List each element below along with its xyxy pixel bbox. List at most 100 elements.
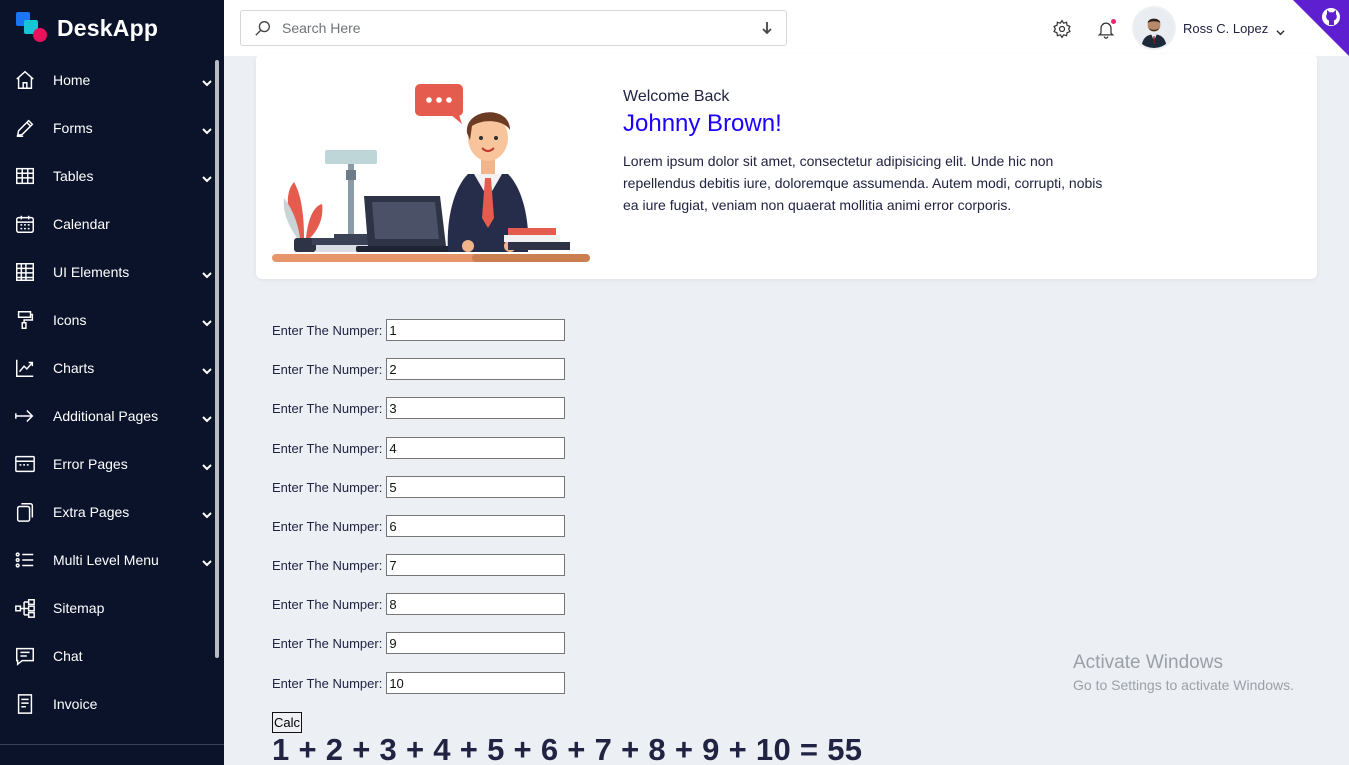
sidebar-item-label: Forms: [53, 120, 93, 136]
line-chart-icon: [14, 357, 36, 379]
number-field-row: Enter The Numper:: [272, 515, 566, 537]
sidebar-item-label: Home: [53, 72, 91, 88]
sidebar-divider: [0, 744, 224, 745]
chevron-down-icon: [202, 459, 212, 471]
sidebar-item-sitemap[interactable]: Sitemap: [0, 584, 224, 632]
brand[interactable]: DeskApp: [0, 0, 224, 56]
number-input-1[interactable]: [386, 319, 566, 341]
number-field-row: Enter The Numper:: [272, 319, 566, 341]
number-field-label: Enter The Numper:: [272, 400, 383, 416]
sidebar-item-label: Tables: [53, 168, 94, 184]
sum-result: 1 + 2 + 3 + 4 + 5 + 6 + 7 + 8 + 9 + 10 =…: [272, 732, 863, 765]
chevron-down-icon: [202, 411, 212, 423]
sidebar-item-extra-pages[interactable]: Extra Pages: [0, 488, 224, 536]
paint-roller-icon: [14, 309, 36, 331]
number-field-row: Enter The Numper:: [272, 476, 566, 498]
sidebar-item-invoice[interactable]: Invoice: [0, 680, 224, 728]
number-input-10[interactable]: [386, 672, 566, 694]
number-field-row: Enter The Numper:: [272, 554, 566, 576]
home-icon: [14, 69, 36, 91]
chevron-down-icon: [202, 267, 212, 279]
sidebar-item-ui-elements[interactable]: UI Elements: [0, 248, 224, 296]
sidebar-item-label: Chat: [53, 648, 83, 664]
number-field-label: Enter The Numper:: [272, 518, 383, 534]
sidebar-item-icons[interactable]: Icons: [0, 296, 224, 344]
notification-dot: [1111, 19, 1116, 24]
chevron-down-icon: [202, 507, 212, 519]
number-input-5[interactable]: [386, 476, 566, 498]
calc-button[interactable]: Calc: [272, 712, 303, 733]
sidebar-item-forms[interactable]: Forms: [0, 104, 224, 152]
chevron-down-icon[interactable]: [1276, 24, 1285, 36]
chevron-down-icon: [202, 555, 212, 567]
sidebar-item-label: UI Elements: [53, 264, 130, 280]
sitemap-icon: [14, 597, 36, 619]
chevron-down-icon: [202, 123, 212, 135]
avatar[interactable]: [1132, 6, 1176, 50]
number-field-row: Enter The Numper:: [272, 358, 566, 380]
number-input-7[interactable]: [386, 554, 566, 576]
calendar-icon: [14, 213, 36, 235]
settings-gear-icon[interactable]: [1052, 19, 1072, 39]
sidebar-item-label: Error Pages: [53, 456, 128, 472]
sidebar-menu: Home Forms Tables Calendar UI Elements I…: [0, 56, 224, 728]
window-icon: [14, 453, 36, 475]
number-input-2[interactable]: [386, 358, 566, 380]
welcome-card: Welcome Back Johnny Brown! Lorem ipsum d…: [256, 54, 1317, 279]
number-field-label: Enter The Numper:: [272, 440, 383, 456]
number-field-row: Enter The Numper:: [272, 437, 566, 459]
watermark-title: Activate Windows: [1073, 652, 1223, 673]
sidebar-item-calendar[interactable]: Calendar: [0, 200, 224, 248]
number-input-6[interactable]: [386, 515, 566, 537]
chevron-down-icon: [202, 171, 212, 183]
sidebar-item-label: Calendar: [53, 216, 110, 232]
number-input-3[interactable]: [386, 397, 566, 419]
sidebar-item-additional-pages[interactable]: Additional Pages: [0, 392, 224, 440]
sidebar-item-label: Extra Pages: [53, 504, 130, 520]
number-field-label: Enter The Numper:: [272, 675, 383, 691]
chevron-down-icon: [202, 363, 212, 375]
welcome-name: Johnny Brown!: [623, 110, 782, 137]
number-field-label: Enter The Numper:: [272, 596, 383, 612]
number-field-label: Enter The Numper:: [272, 479, 383, 495]
arrow-right-icon: [14, 405, 36, 427]
sidebar-item-label: Multi Level Menu: [53, 552, 159, 568]
number-field-row: Enter The Numper:: [272, 632, 566, 654]
sidebar-item-label: Additional Pages: [53, 408, 159, 424]
sidebar-item-error-pages[interactable]: Error Pages: [0, 440, 224, 488]
chevron-down-icon: [202, 75, 212, 87]
arrow-down-icon[interactable]: [760, 21, 774, 35]
welcome-text: Lorem ipsum dolor sit amet, consectetur …: [623, 153, 1103, 213]
search-icon[interactable]: [254, 19, 272, 37]
sidebar-item-charts[interactable]: Charts: [0, 344, 224, 392]
number-input-9[interactable]: [386, 632, 566, 654]
list-icon: [14, 549, 36, 571]
notification-bell-icon[interactable]: [1096, 19, 1116, 39]
brand-logo-icon: [16, 12, 48, 44]
search-input[interactable]: [282, 20, 760, 36]
github-corner-icon[interactable]: [1293, 0, 1349, 56]
sidebar-item-multi-level-menu[interactable]: Multi Level Menu: [0, 536, 224, 584]
welcome-illustration: [272, 78, 592, 266]
sidebar-scrollbar[interactable]: [215, 60, 219, 658]
search-bar: [240, 10, 787, 46]
number-field-row: Enter The Numper:: [272, 672, 566, 694]
chevron-down-icon: [202, 315, 212, 327]
number-input-8[interactable]: [386, 593, 566, 615]
sidebar: DeskApp Home Forms Tables Calendar UI El…: [0, 0, 224, 765]
user-name[interactable]: Ross C. Lopez: [1183, 21, 1268, 36]
sidebar-item-chat[interactable]: Chat: [0, 632, 224, 680]
chat-icon: [14, 645, 36, 667]
sidebar-item-label: Sitemap: [53, 600, 105, 616]
sidebar-item-tables[interactable]: Tables: [0, 152, 224, 200]
receipt-icon: [14, 693, 36, 715]
number-field-row: Enter The Numper:: [272, 397, 566, 419]
number-field-label: Enter The Numper:: [272, 361, 383, 377]
pencil-icon: [14, 117, 36, 139]
watermark-subtitle: Go to Settings to activate Windows.: [1073, 677, 1294, 693]
welcome-subtitle: Welcome Back: [623, 88, 730, 105]
number-input-4[interactable]: [386, 437, 566, 459]
top-header: Ross C. Lopez: [224, 0, 1349, 56]
sidebar-item-home[interactable]: Home: [0, 56, 224, 104]
sidebar-item-label: Charts: [53, 360, 95, 376]
